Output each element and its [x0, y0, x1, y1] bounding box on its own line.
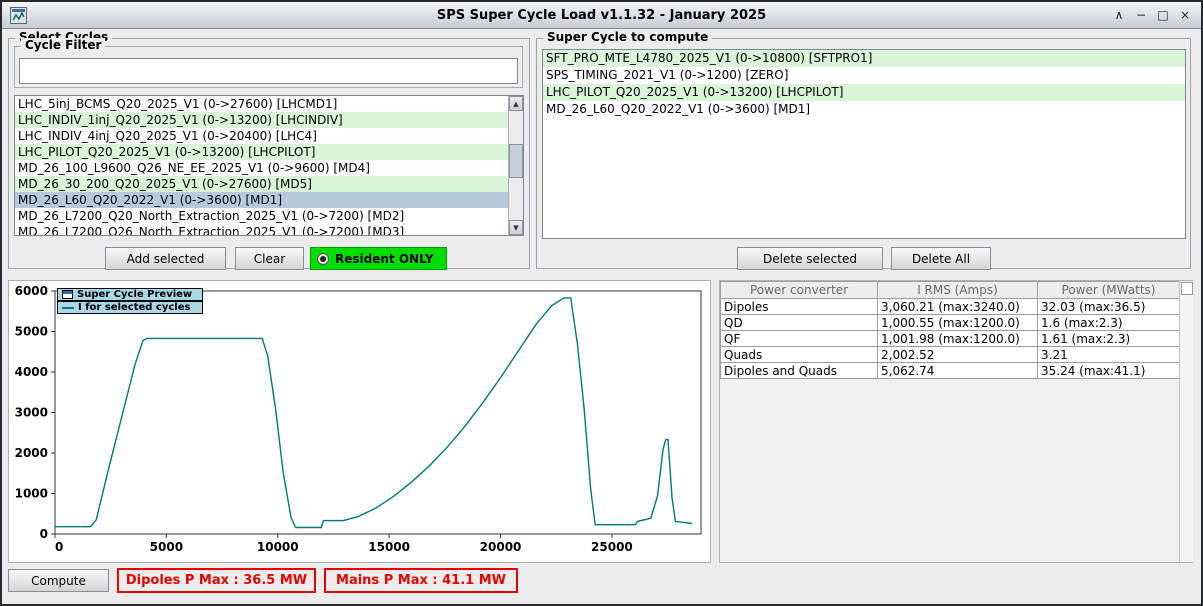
compute-button[interactable]: Compute: [8, 569, 109, 592]
clear-button[interactable]: Clear: [235, 247, 304, 270]
table-cell: 1,001.98 (max:1200.0): [877, 330, 1038, 347]
mains-pmax-label: Mains P Max : 41.1 MW: [324, 568, 518, 593]
legend-label: I for selected cycles: [78, 302, 191, 313]
table-cell: 1,000.55 (max:1200.0): [877, 314, 1038, 331]
minimize-button[interactable]: −: [1133, 7, 1149, 23]
maximize-button[interactable]: □: [1155, 7, 1171, 23]
super-cycle-list-item[interactable]: SFT_PRO_MTE_L4780_2025_V1 (0->10800) [SF…: [543, 50, 1185, 67]
cycle-list-item[interactable]: LHC_INDIV_4inj_Q20_2025_V1 (0->20400) [L…: [15, 128, 509, 144]
cycle-list-item[interactable]: LHC_PILOT_Q20_2025_V1 (0->13200) [LHCPIL…: [15, 144, 509, 160]
table-cell: 35.24 (max:41.1): [1037, 362, 1180, 379]
cycle-list-item[interactable]: LHC_5inj_BCMS_Q20_2025_V1 (0->27600) [LH…: [15, 96, 509, 112]
resident-only-label: Resident ONLY: [335, 251, 434, 266]
power-table: Power converter I RMS (Amps) Power (MWatts…: [720, 281, 1180, 379]
cycle-filter-group: Cycle Filter: [14, 38, 523, 88]
table-cell: 3.21: [1037, 346, 1180, 363]
cycle-list-scrollbar[interactable]: ▲ ▼: [508, 96, 523, 235]
table-cell: Dipoles and Quads: [720, 362, 878, 379]
add-selected-button[interactable]: Add selected: [105, 247, 226, 270]
svg-text:1000: 1000: [15, 487, 48, 501]
legend-entry: I for selected cycles: [57, 301, 203, 314]
close-button[interactable]: ×: [1177, 7, 1193, 23]
window-title: SPS Super Cycle Load v1.1.32 - January 2…: [436, 7, 767, 23]
table-cell: 1.6 (max:2.3): [1037, 314, 1180, 331]
cycle-filter-title: Cycle Filter: [21, 38, 106, 52]
cycle-list-item[interactable]: MD_26_30_200_Q20_2025_V1 (0->27600) [MD5…: [15, 176, 509, 192]
table-scrollbar[interactable]: [1179, 281, 1193, 562]
table-row[interactable]: QF 1,001.98 (max:1200.0) 1.61 (max:2.3): [720, 330, 1180, 347]
svg-text:6000: 6000: [15, 284, 48, 298]
table-row[interactable]: Dipoles 3,060.21 (max:3240.0) 32.03 (max:3…: [720, 298, 1180, 315]
super-cycle-group: Super Cycle to compute SFT_PRO_MTE_L4780…: [536, 30, 1191, 270]
table-cell: 1.61 (max:2.3): [1037, 330, 1180, 347]
svg-text:3000: 3000: [15, 406, 48, 420]
application-window: { "window": { "title": "SPS Super Cycle …: [0, 0, 1203, 606]
svg-text:2000: 2000: [15, 446, 48, 460]
svg-text:10000: 10000: [257, 540, 299, 554]
cycle-list-item[interactable]: LHC_INDIV_1inj_Q20_2025_V1 (0->13200) [L…: [15, 112, 509, 128]
svg-text:15000: 15000: [368, 540, 410, 554]
shade-button[interactable]: ∧: [1111, 7, 1127, 23]
chart-legend: Super Cycle Preview I for selected cycles: [57, 288, 203, 314]
table-cell: QF: [720, 330, 878, 347]
power-table-panel: Power converter I RMS (Amps) Power (MWatts…: [719, 280, 1193, 563]
svg-text:20000: 20000: [480, 540, 522, 554]
scroll-down-icon[interactable]: ▼: [509, 220, 523, 235]
table-header-cell: Power (MWatts): [1037, 281, 1180, 299]
delete-all-button[interactable]: Delete All: [891, 247, 991, 270]
radio-icon[interactable]: [317, 252, 329, 265]
cycle-list-item[interactable]: MD_26_L60_Q20_2022_V1 (0->3600) [MD1]: [15, 192, 509, 208]
super-cycle-list-item[interactable]: MD_26_L60_Q20_2022_V1 (0->3600) [MD1]: [543, 101, 1185, 118]
select-cycles-group: Select Cycles Cycle Filter LHC_5inj_BCMS…: [8, 30, 530, 270]
table-cell: 5,062.74: [877, 362, 1038, 379]
table-scrollbar-thumb[interactable]: [1181, 282, 1193, 295]
legend-entry: Super Cycle Preview: [57, 288, 203, 301]
cycle-list-item[interactable]: MD_26_L7200_Q26_North_Extraction_2025_V1…: [15, 224, 509, 235]
scroll-up-icon[interactable]: ▲: [509, 96, 523, 111]
svg-text:5000: 5000: [15, 325, 48, 339]
table-cell: 3,060.21 (max:3240.0): [877, 298, 1038, 315]
scrollbar-thumb[interactable]: [509, 144, 523, 178]
super-cycle-list[interactable]: SFT_PRO_MTE_L4780_2025_V1 (0->10800) [SF…: [542, 49, 1186, 239]
chart-svg: 0 1000 2000 3000 4000 5000 6000 0 5000 10000 15000…: [15, 284, 702, 554]
table-row[interactable]: Quads 2,002.52 3.21: [720, 346, 1180, 363]
legend-label: Super Cycle Preview: [77, 289, 193, 300]
table-cell: Quads: [720, 346, 878, 363]
dipoles-pmax-label: Dipoles P Max : 36.5 MW: [117, 568, 316, 593]
super-cycle-title: Super Cycle to compute: [543, 30, 713, 44]
title-bar[interactable]: SPS Super Cycle Load v1.1.32 - January 2…: [2, 2, 1201, 29]
delete-selected-button[interactable]: Delete selected: [737, 247, 883, 270]
line-swatch-icon: [62, 306, 74, 309]
cycle-filter-input[interactable]: [19, 58, 518, 84]
table-cell: 32.03 (max:36.5): [1037, 298, 1180, 315]
table-header-cell: Power converter: [720, 281, 878, 299]
power-table-header-row: Power converter I RMS (Amps) Power (MWatts…: [720, 281, 1180, 299]
super-cycle-list-item[interactable]: SPS_TIMING_2021_V1 (0->1200) [ZERO]: [543, 67, 1185, 84]
preview-icon: [62, 290, 73, 299]
svg-text:5000: 5000: [150, 540, 183, 554]
table-row[interactable]: Dipoles and Quads 5,062.74 35.24 (max:41.1…: [720, 362, 1180, 379]
svg-text:0: 0: [55, 540, 63, 554]
svg-text:0: 0: [40, 527, 48, 541]
svg-text:25000: 25000: [591, 540, 633, 554]
cycle-list-item[interactable]: MD_26_L7200_Q20_North_Extraction_2025_V1…: [15, 208, 509, 224]
table-cell: QD: [720, 314, 878, 331]
table-cell: Dipoles: [720, 298, 878, 315]
cycle-list-item[interactable]: MD_26_100_L9600_Q26_NE_EE_2025_V1 (0->96…: [15, 160, 509, 176]
power-table-body: Dipoles 3,060.21 (max:3240.0) 32.03 (max:3…: [720, 298, 1180, 379]
cycle-list[interactable]: LHC_5inj_BCMS_Q20_2025_V1 (0->27600) [LH…: [14, 95, 524, 236]
table-cell: 2,002.52: [877, 346, 1038, 363]
window-controls: ∧ − □ ×: [1111, 2, 1193, 28]
super-cycle-chart: 0 1000 2000 3000 4000 5000 6000 0 5000 10000 15000…: [8, 280, 711, 563]
svg-text:4000: 4000: [15, 365, 48, 379]
resident-only-toggle[interactable]: Resident ONLY: [310, 247, 447, 270]
table-header-cell: I RMS (Amps): [877, 281, 1038, 299]
table-row[interactable]: QD 1,000.55 (max:1200.0) 1.6 (max:2.3): [720, 314, 1180, 331]
super-cycle-list-item[interactable]: LHC_PILOT_Q20_2025_V1 (0->13200) [LHCPIL…: [543, 84, 1185, 101]
